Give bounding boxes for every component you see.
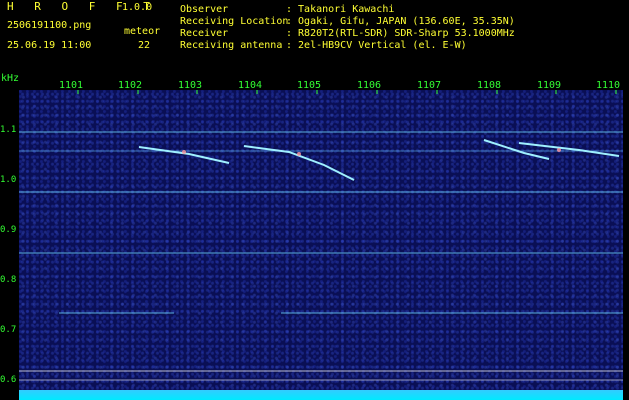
y-tick: 0.8 (0, 275, 17, 285)
antenna-label: Receiving antenna (180, 40, 283, 51)
version-label: 1.0.0 (122, 2, 153, 13)
meteor-head (182, 150, 186, 154)
meteor-head (297, 152, 301, 156)
meteor-label: meteor (124, 26, 161, 37)
datetime-label: 25.06.19 11:00 (7, 40, 92, 51)
receiver-label: Receiver (180, 28, 229, 39)
y-tick: 0.9 (0, 225, 17, 235)
observer-label: Observer (180, 4, 229, 15)
spectrogram-traces (19, 90, 623, 381)
location-label: Receiving Location (180, 16, 289, 27)
spectrogram-plot (19, 90, 623, 390)
noise-floor-bar (19, 390, 623, 400)
filename-label: 2506191100.png (7, 20, 92, 31)
meteor-head (557, 148, 561, 152)
antenna-value: : 2el-HB9CV Vertical (el. E-W) (286, 40, 467, 51)
y-tick: 0.6 (0, 375, 17, 385)
y-tick: 1.0 (0, 175, 17, 185)
meteor-trace (138, 146, 230, 164)
y-unit-label: kHz (1, 73, 20, 84)
header-panel: H R O F F T 1.0.0 2506191100.png meteor … (0, 0, 629, 78)
receiver-value: : R820T2(RTL-SDR) SDR-Sharp 53.1000MHz (286, 28, 515, 39)
observer-value: : Takanori Kawachi (286, 4, 395, 15)
y-tick: 0.7 (0, 325, 17, 335)
y-tick: 1.1 (0, 125, 17, 135)
meteor-count: 22 (138, 40, 151, 51)
location-value: : Ogaki, Gifu, JAPAN (136.60E, 35.35N) (286, 16, 515, 27)
meteor-trace (518, 142, 620, 157)
meteor-trace (483, 139, 550, 160)
